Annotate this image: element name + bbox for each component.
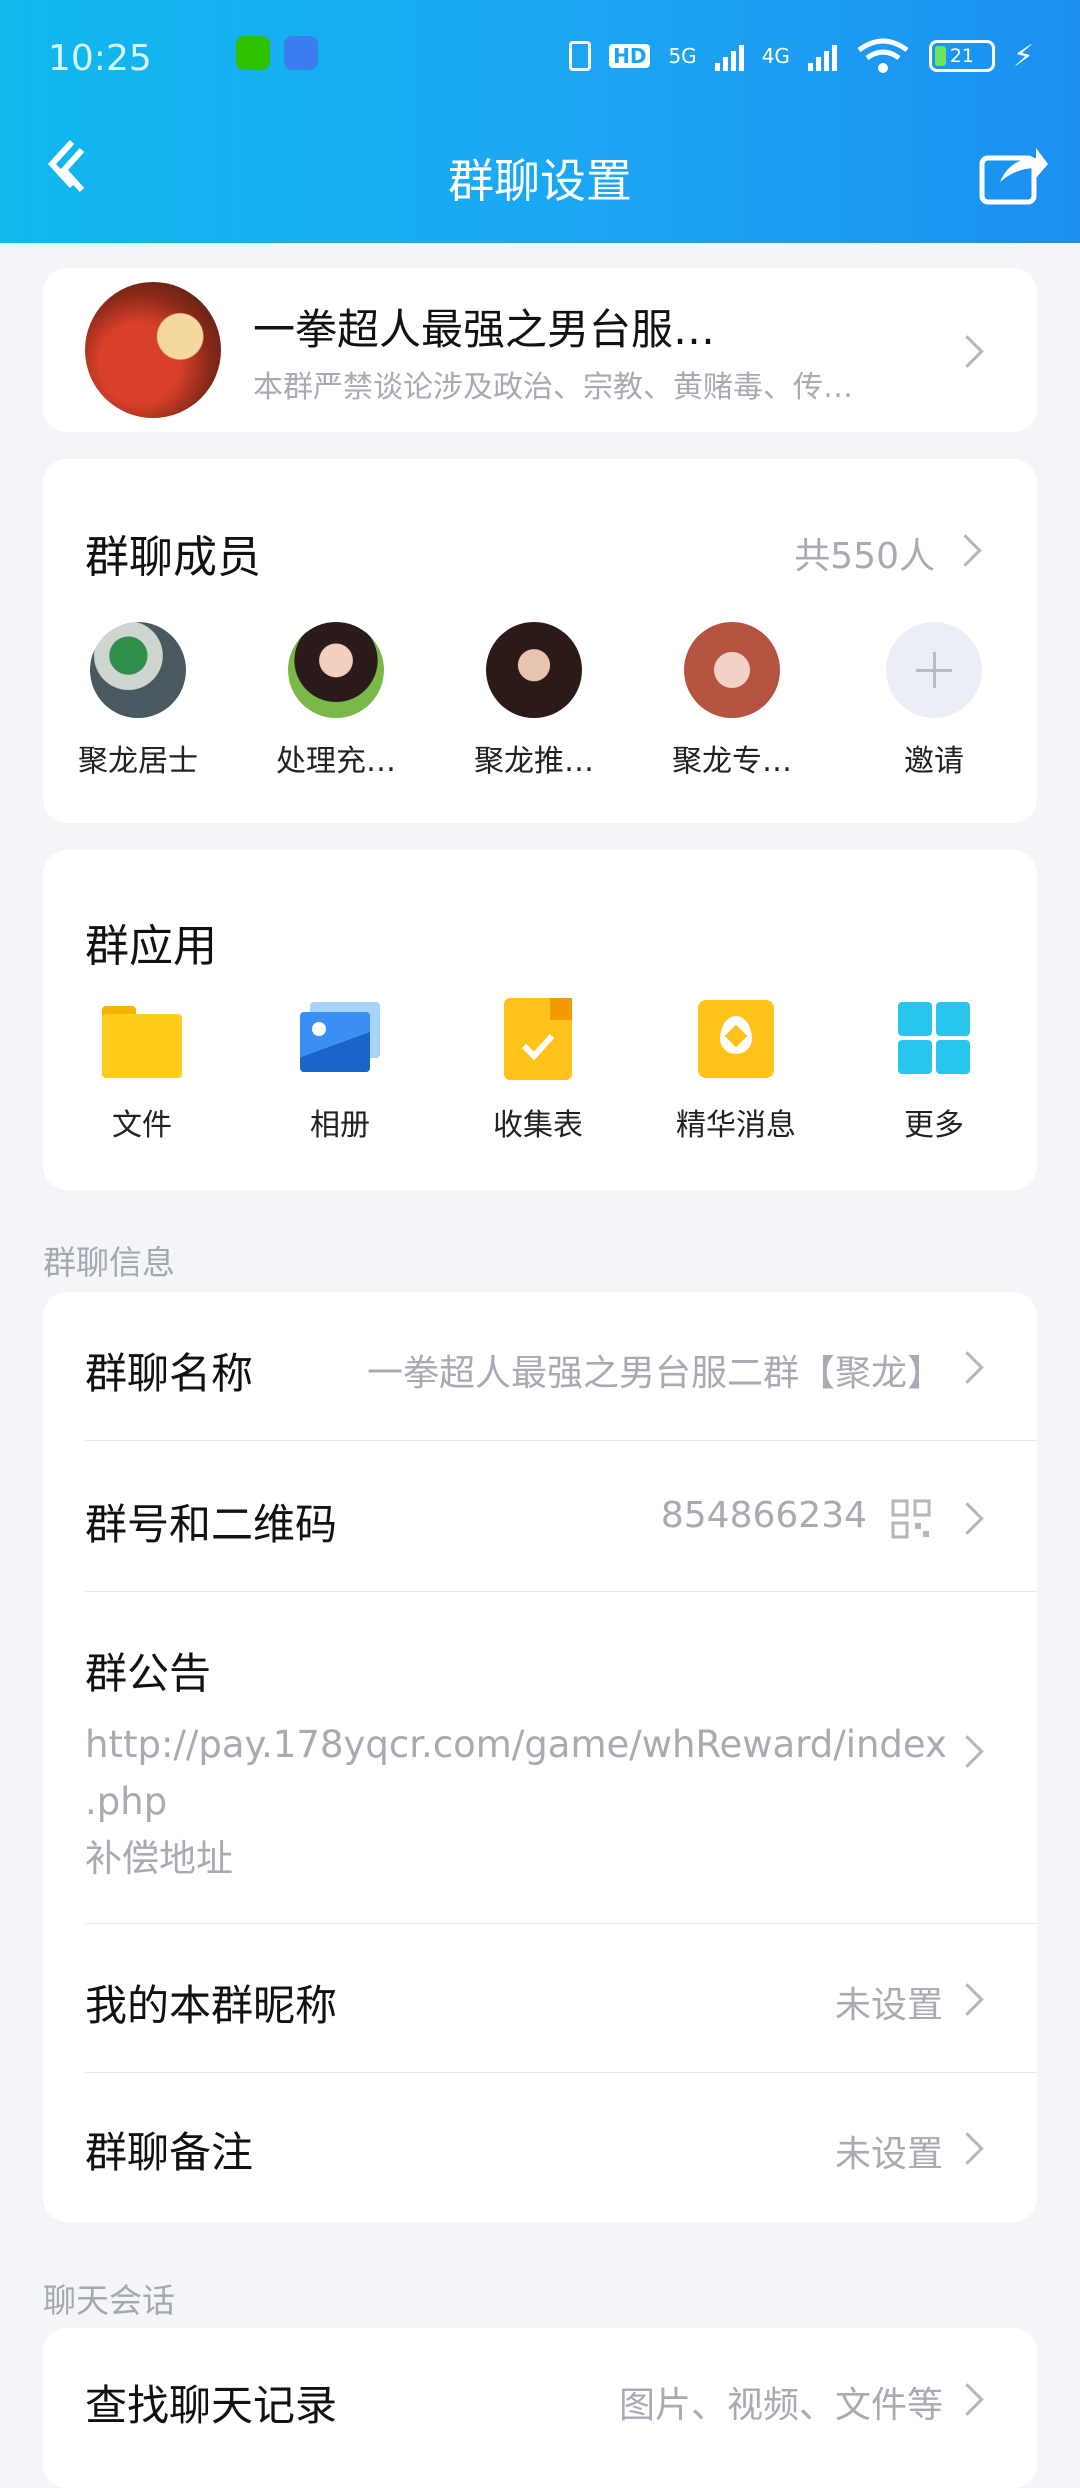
group-avatar	[85, 282, 221, 418]
row-label: 群号和二维码	[85, 1500, 338, 1549]
search-history-row[interactable]: 查找聊天记录 图片、视频、文件等	[43, 2328, 1037, 2476]
app-file[interactable]: 文件	[67, 998, 217, 1144]
group-remark-row[interactable]: 群聊备注 未设置	[43, 2073, 1037, 2221]
album-icon	[300, 998, 380, 1078]
qr-code-icon	[891, 1499, 931, 1539]
member-item[interactable]: 聚龙居士	[63, 622, 213, 780]
avatar	[288, 622, 384, 718]
group-id-row[interactable]: 群号和二维码 854866234	[43, 1441, 1037, 1591]
hd-icon: HD	[609, 44, 651, 68]
message-icon	[284, 36, 318, 70]
group-info-card: 群聊名称 一拳超人最强之男台服二群【聚龙】 群号和二维码 854866234 群…	[43, 1292, 1037, 2222]
member-item[interactable]: 处理充…	[261, 622, 411, 780]
charging-icon: ⚡	[1012, 38, 1034, 74]
invite-label: 邀请	[904, 744, 964, 779]
row-label: 群聊名称	[85, 1349, 254, 1398]
row-label: 查找聊天记录	[85, 2381, 338, 2430]
member-item[interactable]: 聚龙专…	[657, 622, 807, 780]
essence-icon	[696, 998, 776, 1078]
search-history-value: 图片、视频、文件等	[618, 2385, 943, 2426]
page-title: 群聊设置	[448, 154, 632, 208]
row-label: 群公告	[85, 1649, 212, 1698]
group-id-value: 854866234	[660, 1495, 867, 1536]
app-form[interactable]: 收集表	[463, 998, 613, 1144]
avatar	[486, 622, 582, 718]
chat-card: 查找聊天记录 图片、视频、文件等	[43, 2328, 1037, 2488]
apps-title: 群应用	[85, 921, 217, 972]
notice-line: 补偿地址	[85, 1837, 233, 1880]
header-bar: 10:25 HD 5G 4G 21 ⚡ 群聊设置	[0, 0, 1080, 243]
group-notice-row[interactable]: 群公告 http://pay.178yqcr.com/game/whReward…	[43, 1592, 1037, 1914]
members-count-link[interactable]: 共550人	[735, 509, 995, 589]
section-caption-chat: 聊天会话	[43, 2281, 175, 2320]
app-label: 精华消息	[676, 1108, 796, 1143]
signal-icon-2	[807, 41, 837, 71]
member-name: 处理充…	[276, 744, 396, 779]
plus-icon	[886, 622, 982, 718]
chevron-right-icon	[951, 1983, 984, 2016]
remark-value: 未设置	[834, 2134, 943, 2175]
network-5g-label: 5G	[668, 44, 697, 68]
chevron-right-icon	[949, 534, 982, 567]
status-time: 10:25	[48, 38, 152, 79]
row-label: 群聊备注	[85, 2128, 254, 2177]
chevron-right-icon	[951, 1502, 984, 1535]
app-more[interactable]: 更多	[859, 998, 1009, 1144]
group-name-row[interactable]: 群聊名称 一拳超人最强之男台服二群【聚龙】	[43, 1292, 1037, 1440]
battery-level: 21	[949, 45, 975, 67]
wifi-icon	[857, 38, 909, 73]
signal-icon	[714, 41, 744, 71]
member-item[interactable]: 聚龙推…	[459, 622, 609, 780]
row-label: 我的本群昵称	[85, 1981, 338, 2030]
my-nickname-row[interactable]: 我的本群昵称 未设置	[43, 1924, 1037, 2072]
member-name: 聚龙推…	[474, 744, 594, 779]
group-description: 本群严禁谈论涉及政治、宗教、黄赌毒、传…	[253, 370, 853, 405]
share-button[interactable]	[976, 138, 1050, 208]
app-essence[interactable]: 精华消息	[661, 998, 811, 1144]
members-card: 群聊成员 共550人 聚龙居士 处理充… 聚龙推… 聚龙专… 邀请	[43, 459, 1037, 823]
status-bar: 10:25 HD 5G 4G 21 ⚡	[0, 30, 1080, 90]
group-profile-card[interactable]: 一拳超人最强之男台服… 本群严禁谈论涉及政治、宗教、黄赌毒、传…	[43, 268, 1037, 432]
notice-line: http://pay.178yqcr.com/game/whReward/ind…	[85, 1723, 947, 1766]
apps-card: 群应用 文件 相册 收集表 精华消息 更多	[43, 850, 1037, 1190]
share-icon	[979, 148, 1048, 205]
more-grid-icon	[894, 998, 974, 1078]
avatar	[684, 622, 780, 718]
chevron-right-icon	[951, 1351, 984, 1384]
app-label: 相册	[310, 1108, 370, 1143]
app-album[interactable]: 相册	[265, 998, 415, 1144]
wechat-icon	[236, 36, 270, 70]
members-title: 群聊成员	[85, 532, 261, 583]
app-label: 收集表	[493, 1108, 583, 1143]
form-icon	[498, 998, 578, 1080]
chevron-right-icon	[951, 2132, 984, 2165]
notice-line: .php	[85, 1780, 168, 1823]
member-name: 聚龙专…	[672, 744, 792, 779]
folder-icon	[102, 998, 182, 1078]
battery-icon: 21	[928, 40, 995, 72]
invite-button[interactable]: 邀请	[859, 622, 1009, 780]
group-name-value: 一拳超人最强之男台服二群【聚龙】	[366, 1353, 943, 1394]
members-count: 共550人	[794, 536, 935, 577]
network-4g-label: 4G	[761, 44, 790, 68]
status-indicators: HD 5G 4G 21 ⚡	[569, 38, 1034, 74]
member-name: 聚龙居士	[78, 744, 198, 779]
nickname-value: 未设置	[834, 1985, 943, 2026]
avatar	[90, 622, 186, 718]
section-caption-info: 群聊信息	[43, 1243, 175, 1282]
notice-content: http://pay.178yqcr.com/game/whReward/ind…	[85, 1716, 995, 1887]
app-label: 文件	[112, 1108, 172, 1143]
vibrate-icon	[569, 41, 592, 71]
app-label: 更多	[904, 1108, 964, 1143]
group-name: 一拳超人最强之男台服…	[253, 305, 716, 354]
